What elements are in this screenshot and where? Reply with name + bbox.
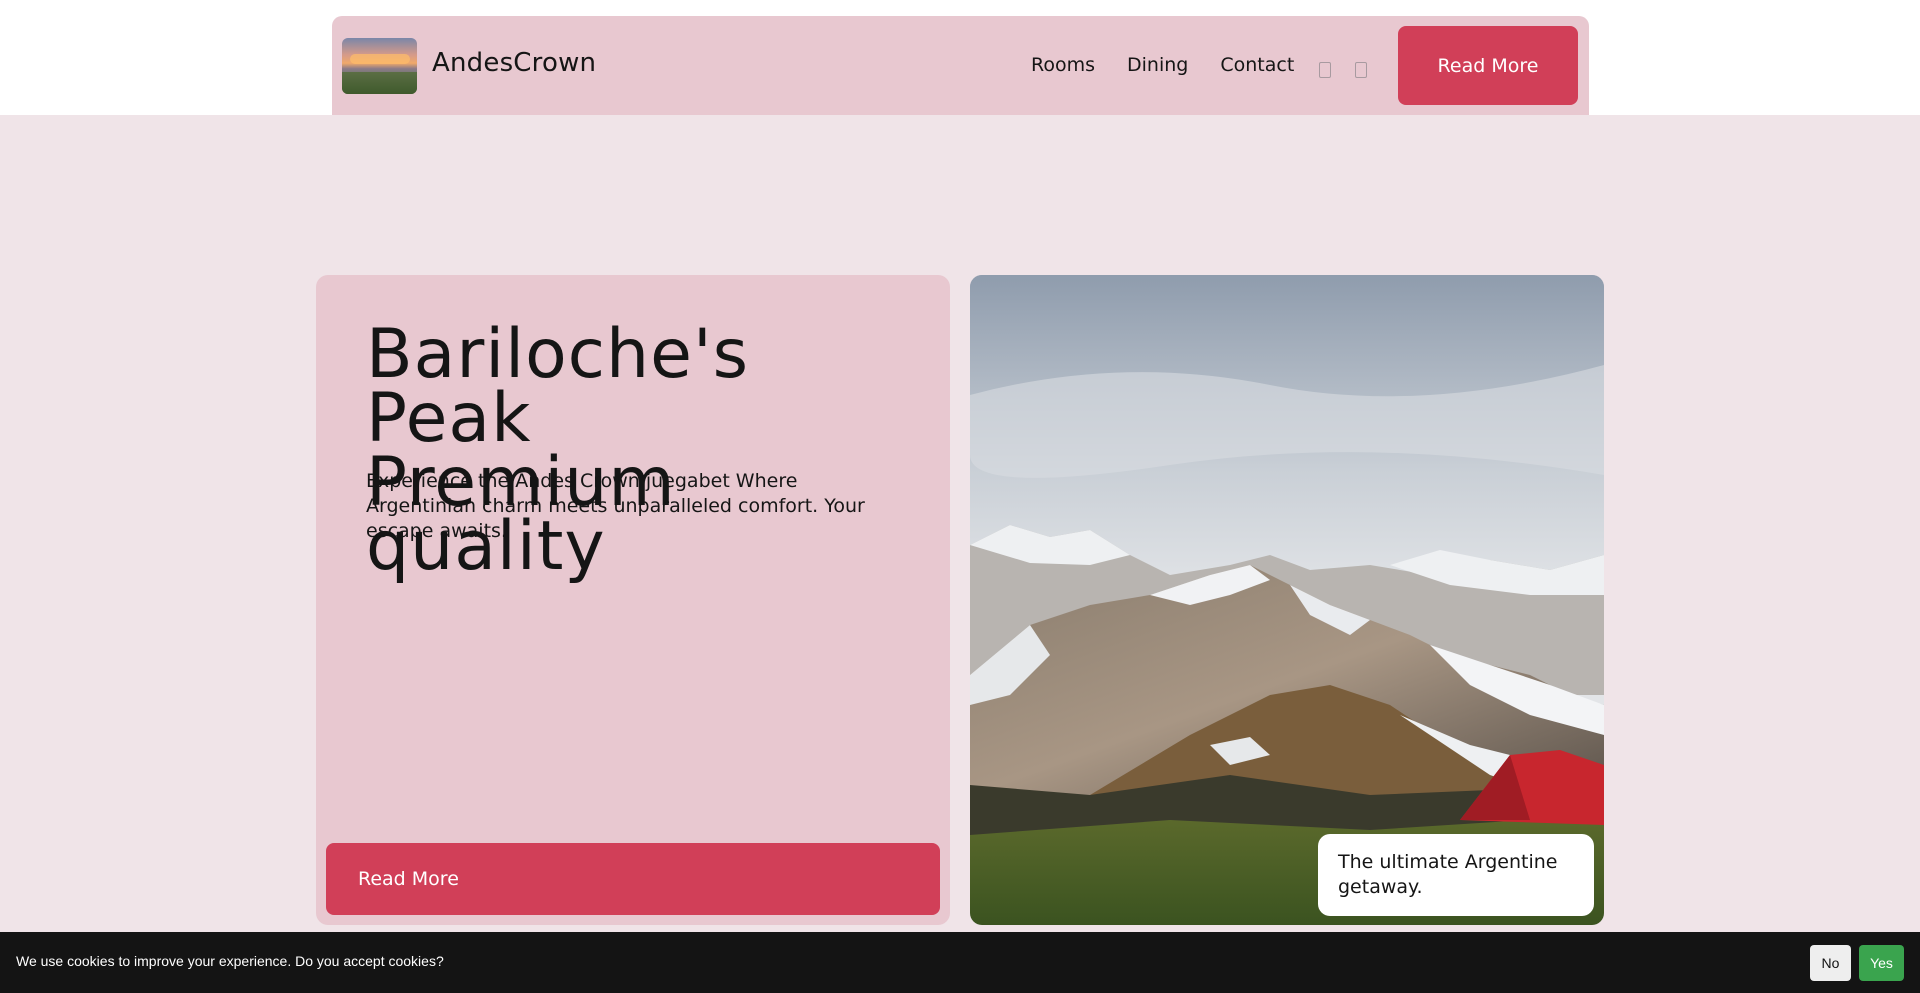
cookie-message: We use cookies to improve your experienc… (16, 953, 444, 969)
nav-rooms[interactable]: Rooms (1031, 54, 1095, 76)
main-nav: Rooms Dining Contact (1031, 54, 1294, 76)
hero-photo: The ultimate Argentine getaway. (970, 275, 1604, 925)
header-read-more-button[interactable]: Read More (1398, 26, 1578, 105)
brand-name[interactable]: AndesCrown (432, 48, 596, 78)
hero-subtitle: Experience the Andes Crown.juegabet Wher… (366, 470, 865, 542)
nav-dining[interactable]: Dining (1127, 54, 1188, 76)
photo-caption: The ultimate Argentine getaway. (1318, 834, 1594, 916)
nav-contact[interactable]: Contact (1220, 54, 1294, 76)
cookie-no-button[interactable]: No (1810, 945, 1851, 981)
hero-title-line1: Bariloche's Peak (366, 315, 750, 458)
hero-read-more-button[interactable]: Read More (326, 843, 940, 915)
social-icon[interactable] (1319, 62, 1331, 78)
logo-hills (342, 71, 417, 94)
social-icon[interactable] (1355, 62, 1367, 78)
hero-card: Bariloche's Peak Premium quality Experie… (316, 275, 950, 925)
logo-image[interactable] (342, 38, 417, 94)
logo-sunset (350, 54, 410, 64)
cookie-yes-button[interactable]: Yes (1859, 945, 1904, 981)
site-header: AndesCrown Rooms Dining Contact Read Mor… (332, 16, 1589, 115)
mountain-landscape-image (970, 275, 1604, 925)
cookie-banner: We use cookies to improve your experienc… (0, 932, 1920, 993)
